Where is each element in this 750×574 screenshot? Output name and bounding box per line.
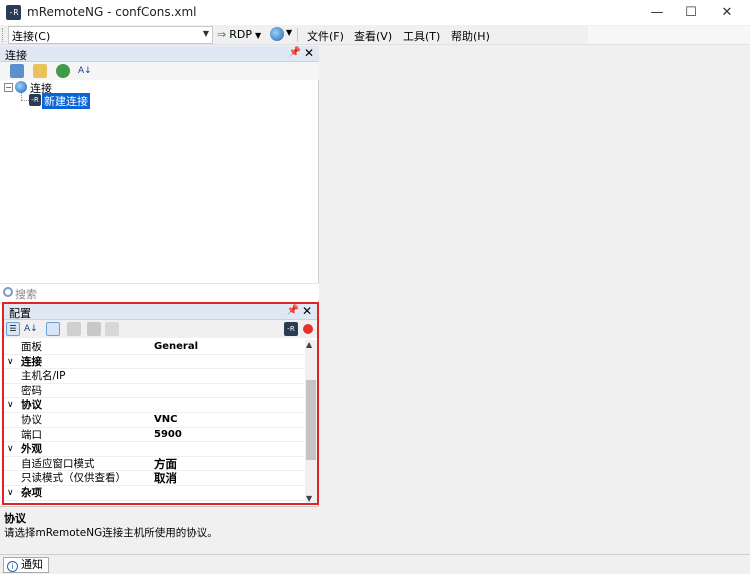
help-title: 协议 (4, 512, 26, 525)
globe-icon (15, 81, 27, 93)
connection-icon: -R (29, 94, 41, 106)
notifications-tab-label: 通知 (21, 558, 43, 571)
chevron-down-icon: ▼ (202, 29, 209, 38)
property-row[interactable]: 主机名/IP (4, 369, 304, 384)
property-grid-scrollbar[interactable]: ▲ ▼ (305, 340, 317, 503)
chevron-down-icon: ▼ (254, 31, 262, 40)
protocol-button[interactable]: ⇒ RDP ▼ (217, 26, 261, 44)
category-row[interactable]: ∨ 连接 (4, 354, 304, 370)
protocol-label: RDP (229, 28, 252, 41)
property-value[interactable]: 取消 (154, 471, 177, 485)
chevron-down-icon[interactable]: ∨ (7, 442, 14, 456)
connections-panel-title: 连接 (5, 49, 27, 62)
config-panel-header: 配置 📌 ✕ (4, 304, 317, 320)
collapse-icon[interactable]: − (4, 83, 13, 92)
info-icon: i (7, 561, 18, 572)
title-bar: -R mRemoteNG - confCons.xml — ☐ ✕ (0, 0, 750, 25)
close-icon[interactable]: ✕ (302, 304, 312, 318)
chevron-down-icon[interactable]: ∨ (7, 355, 14, 369)
inheritance-icon[interactable] (87, 322, 101, 336)
property-row[interactable]: 只读模式（仅供查看） 取消 (4, 471, 304, 486)
sort-alphabetical-icon[interactable]: A↓ (24, 322, 38, 336)
property-name: 只读模式（仅供查看） (21, 472, 126, 485)
help-box: 协议 请选择mRemoteNG连接主机所使用的协议。 (0, 506, 319, 554)
property-name: 协议 (21, 414, 42, 426)
workspace-area (320, 46, 750, 554)
globe-icon[interactable] (270, 27, 284, 41)
menu-file[interactable]: 文件(F) (307, 28, 344, 44)
property-row[interactable]: 面板 General (4, 340, 304, 355)
property-name: 密码 (21, 384, 42, 397)
pin-icon[interactable]: 📌 (289, 47, 301, 58)
property-row[interactable]: 自适应窗口模式 方面 (4, 457, 304, 472)
property-name: 面板 (21, 341, 42, 353)
property-value[interactable]: VNC (154, 413, 177, 427)
notifications-tab[interactable]: i 通知 (3, 557, 49, 573)
pin-icon[interactable]: 📌 (287, 305, 299, 316)
category-row[interactable]: ∨ 协议 (4, 398, 304, 413)
tree-line (21, 100, 29, 101)
menu-help[interactable]: 帮助(H) (451, 28, 490, 44)
mremoteng-icon: -R (6, 5, 21, 20)
chevron-down-icon[interactable]: ∨ (7, 486, 14, 500)
property-name: 端口 (21, 428, 42, 441)
new-connection-icon[interactable] (10, 64, 24, 78)
status-bar: i 通知 (0, 554, 750, 574)
properties-icon[interactable] (46, 322, 60, 336)
scrollbar-thumb[interactable] (306, 380, 316, 460)
new-folder-icon[interactable] (33, 64, 47, 78)
config-toolbar: ☰ A↓ -R (4, 320, 317, 338)
toolbar-grip[interactable] (2, 28, 5, 42)
property-row[interactable]: 端口 5900 (4, 428, 304, 443)
default-properties-icon[interactable] (105, 322, 119, 336)
record-icon[interactable] (303, 324, 313, 334)
tree-line (21, 93, 22, 100)
category-name: 连接 (21, 355, 42, 368)
search-icon (3, 287, 13, 297)
menu-view[interactable]: 查看(V) (354, 28, 392, 44)
category-row[interactable]: ∨ 杂项 (4, 486, 304, 501)
property-value[interactable]: 方面 (154, 457, 177, 471)
menu-tools[interactable]: 工具(T) (403, 28, 440, 44)
connections-panel-header: 连接 📌 ✕ (0, 46, 319, 62)
category-name: 协议 (21, 399, 42, 412)
config-panel-title: 配置 (9, 307, 31, 320)
category-name: 外观 (21, 443, 42, 456)
categorized-icon[interactable]: ☰ (6, 322, 20, 336)
search-bar[interactable]: 搜索 (0, 283, 319, 302)
property-value[interactable]: General (154, 340, 198, 354)
chevron-down-icon[interactable]: ∨ (7, 398, 14, 412)
help-description: 请选择mRemoteNG连接主机所使用的协议。 (4, 527, 218, 539)
toolbar-empty-area (588, 26, 750, 44)
property-name: 自适应窗口模式 (21, 457, 95, 470)
chevron-down-icon[interactable]: ▼ (286, 28, 292, 37)
close-button[interactable]: ✕ (704, 0, 750, 25)
property-value[interactable]: 5900 (154, 428, 182, 442)
default-inheritance-icon[interactable] (67, 322, 81, 336)
category-name: 杂项 (21, 487, 42, 499)
toolbar: 连接(C) ▼ ⇒ RDP ▼ ▼ 文件(F) 查看(V) 工具(T) 帮助(H) (0, 25, 750, 45)
window-title: mRemoteNG - confCons.xml (27, 5, 197, 19)
sort-az-icon[interactable]: A↓ (78, 64, 92, 78)
category-row[interactable]: ∨ 外观 (4, 442, 304, 457)
config-panel: 配置 📌 ✕ ☰ A↓ -R 面板 General ∨ 连接 主机名/IP 密码 (2, 302, 319, 505)
close-icon[interactable]: ✕ (304, 46, 314, 60)
property-row[interactable]: 密码 (4, 384, 304, 399)
expand-all-icon[interactable] (56, 64, 70, 78)
scroll-down-icon[interactable]: ▼ (306, 494, 312, 503)
connection-combo[interactable]: 连接(C) ▼ (8, 26, 213, 44)
property-grid: 面板 General ∨ 连接 主机名/IP 密码 ∨ 协议 协议 VNC 端口… (4, 340, 304, 503)
search-input[interactable]: 搜索 (15, 286, 37, 302)
connect-arrow-icon: ⇒ (217, 28, 227, 41)
connection-combo-label: 连接(C) (12, 30, 51, 43)
property-name: 主机名/IP (21, 370, 66, 383)
scroll-up-icon[interactable]: ▲ (306, 340, 312, 349)
property-row[interactable]: 协议 VNC (4, 413, 304, 428)
tree-item-new-connection[interactable]: 新建连接 (42, 93, 90, 109)
connection-icon[interactable]: -R (284, 322, 298, 336)
toolbar-separator (297, 28, 298, 42)
connections-toolbar: A↓ (0, 62, 319, 80)
